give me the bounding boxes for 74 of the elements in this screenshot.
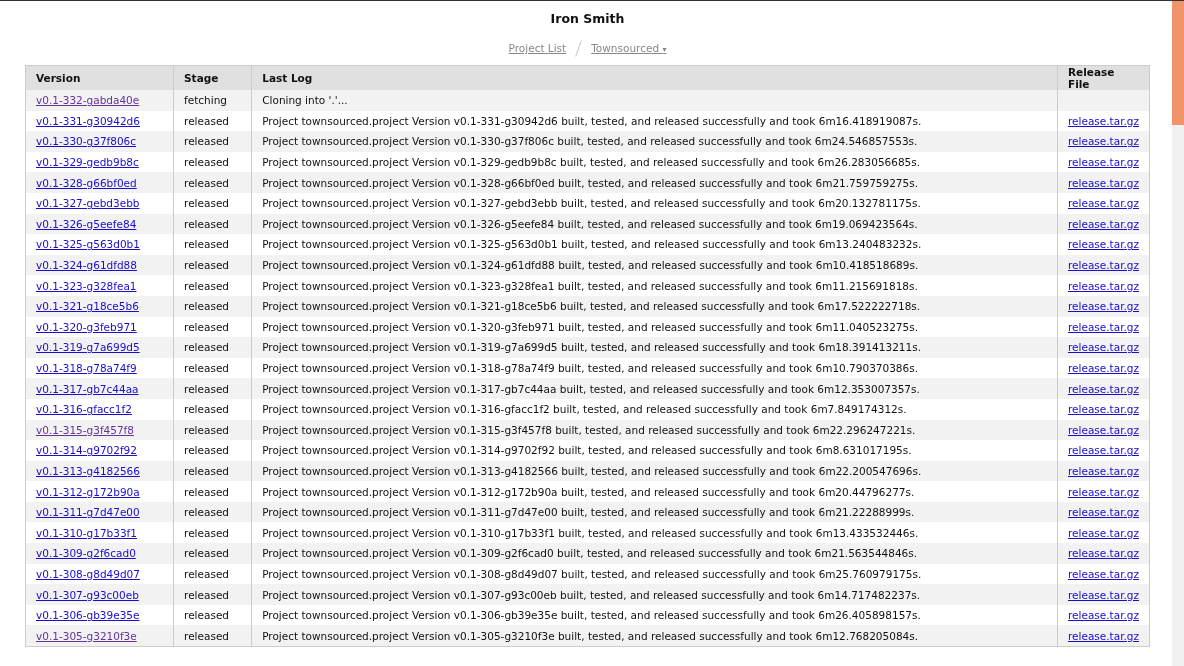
version-link[interactable]: v0.1-318-g78a74f9	[36, 362, 137, 374]
version-link[interactable]: v0.1-306-gb39e35e	[36, 609, 140, 622]
log-cell: Project townsourced.project Version v0.1-314-g9702f92 built, tested, and released successfully and took 6m8.631017195s.	[251, 440, 1058, 461]
stage-cell: released	[173, 275, 252, 296]
release-file-link[interactable]: release.tar.gz	[1067, 197, 1139, 210]
release-file-link[interactable]: release.tar.gz	[1067, 485, 1139, 498]
stage-cell: released	[173, 460, 252, 482]
version-link[interactable]: v0.1-320-g3feb971	[36, 320, 137, 333]
log-cell: Project townsourced.project Version v0.1-323-g328fea1 built, tested, and released successfully and took 6m11.215691818s.	[251, 275, 1058, 296]
log-cell: Project townsourced.project Version v0.1-313-g4182566 built, tested, and released successfully and took 6m22.200547696s.	[251, 460, 1058, 482]
version-link[interactable]: v0.1-327-gebd3ebb	[36, 197, 140, 210]
stage-cell: released	[173, 213, 252, 235]
project-list-link[interactable]: Project List	[508, 42, 567, 54]
stage-cell: released	[173, 398, 252, 420]
release-file-link[interactable]: release.tar.gz	[1067, 114, 1139, 127]
release-file-link[interactable]: release.tar.gz	[1067, 444, 1139, 457]
stage-cell: released	[173, 440, 252, 461]
log-cell: Project townsourced.project Version v0.1-305-g3210f3e built, tested, and released successfully and took 6m12.768205084s.	[251, 625, 1058, 647]
log-cell: Project townsourced.project Version v0.1-330-g37f806c built, tested, and released successfully and took 6m24.546857553s.	[251, 131, 1058, 152]
column-header: Last Log	[251, 65, 1058, 90]
column-header: Version	[25, 65, 174, 90]
stage-cell: released	[173, 584, 252, 605]
log-cell: Project townsourced.project Version v0.1-324-g61dfd88 built, tested, and released successfully and took 6m10.418518689s.	[251, 254, 1058, 276]
log-cell: Project townsourced.project Version v0.1-317-gb7c44aa built, tested, and released successfully and took 6m12.353007357s.	[251, 378, 1058, 399]
version-link[interactable]: v0.1-329-gedb9b8c	[36, 156, 139, 169]
log-cell: Project townsourced.project Version v0.1-326-g5eefe84 built, tested, and released successfully and took 6m19.069423564s.	[251, 213, 1058, 235]
stage-cell: released	[173, 295, 252, 317]
version-link[interactable]: v0.1-323-g328fea1	[36, 279, 137, 292]
stage-cell: released	[173, 419, 252, 441]
release-file-link[interactable]: release.tar.gz	[1067, 156, 1139, 169]
release-file-link[interactable]: release.tar.gz	[1067, 403, 1139, 416]
column-header: Release File	[1057, 65, 1150, 90]
log-cell: Project townsourced.project Version v0.1-312-g172b90a built, tested, and released successfully and took 6m20.44796277s.	[251, 481, 1058, 502]
version-link[interactable]: v0.1-314-g9702f92	[36, 444, 137, 457]
release-file-link[interactable]: release.tar.gz	[1067, 362, 1139, 374]
stage-cell: released	[173, 543, 252, 564]
stage-cell: released	[173, 131, 252, 152]
version-link[interactable]: v0.1-331-g30942d6	[36, 114, 140, 127]
version-link[interactable]: v0.1-312-g172b90a	[36, 485, 140, 498]
version-link[interactable]: v0.1-310-g17b33f1	[36, 526, 137, 539]
log-cell: Project townsourced.project Version v0.1-311-g7d47e00 built, tested, and released successfully and took 6m21.22288999s.	[251, 501, 1058, 523]
stage-cell: fetching	[173, 90, 252, 111]
release-file-link[interactable]: release.tar.gz	[1067, 526, 1139, 539]
release-file-link[interactable]: release.tar.gz	[1067, 238, 1139, 251]
log-cell: Project townsourced.project Version v0.1-307-g93c00eb built, tested, and released successfully and took 6m14.717482237s.	[251, 584, 1058, 605]
release-file-link[interactable]: release.tar.gz	[1067, 609, 1139, 622]
stage-cell: released	[173, 192, 252, 214]
log-cell: Project townsourced.project Version v0.1-309-g2f6cad0 built, tested, and released successfully and took 6m21.563544846s.	[251, 543, 1058, 564]
version-link[interactable]: v0.1-316-gfacc1f2	[36, 403, 132, 416]
log-cell: Project townsourced.project Version v0.1-321-g18ce5b6 built, tested, and released successfully and took 6m17.522222718s.	[251, 295, 1058, 317]
stage-cell: released	[173, 625, 252, 647]
release-file-link[interactable]: release.tar.gz	[1067, 567, 1139, 580]
stage-cell: released	[173, 234, 252, 255]
project-dropdown[interactable]: Townsourced ▾	[591, 42, 667, 54]
log-cell: Project townsourced.project Version v0.1-328-g66bf0ed built, tested, and released successfully and took 6m21.759759275s.	[251, 172, 1058, 193]
log-cell: Project townsourced.project Version v0.1-319-g7a699d5 built, tested, and released successfully and took 6m18.391413211s.	[251, 337, 1058, 358]
stage-cell: released	[173, 481, 252, 502]
log-cell: Project townsourced.project Version v0.1-327-gebd3ebb built, tested, and released successfully and took 6m20.132781175s.	[251, 192, 1058, 214]
log-cell: Project townsourced.project Version v0.1-315-g3f457f8 built, tested, and released successfully and took 6m22.296247221s.	[251, 419, 1058, 441]
stage-cell: released	[173, 337, 252, 358]
version-link[interactable]: v0.1-308-g8d49d07	[36, 567, 140, 580]
log-cell: Project townsourced.project Version v0.1-325-g563d0b1 built, tested, and released successfully and took 6m13.240483232s.	[251, 234, 1058, 255]
column-header: Stage	[173, 65, 252, 90]
release-file-link[interactable]: release.tar.gz	[1067, 279, 1139, 292]
stage-cell: released	[173, 172, 252, 193]
stage-cell: released	[173, 501, 252, 523]
stage-cell: released	[173, 254, 252, 276]
scrollbar[interactable]	[1172, 1, 1184, 666]
release-file-link[interactable]: release.tar.gz	[1067, 320, 1139, 333]
page-title: Iron Smith	[549, 11, 626, 27]
log-cell: Project townsourced.project Version v0.1-316-gfacc1f2 built, tested, and released successfully and took 6m7.849174312s.	[251, 398, 1058, 420]
log-cell: Cloning into '.'...	[251, 90, 1058, 111]
stage-cell: released	[173, 378, 252, 399]
version-link[interactable]: v0.1-325-g563d0b1	[36, 238, 140, 251]
